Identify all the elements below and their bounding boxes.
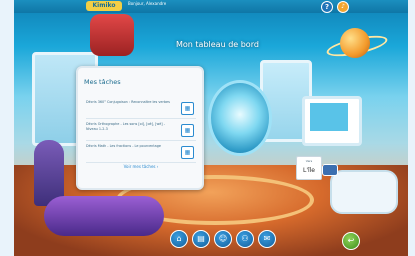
robot-arm-decoration xyxy=(90,14,134,56)
task-text: Décris Orthographe - Les sons [oi], [oè]… xyxy=(86,122,165,131)
task-item[interactable]: Décris Math - Les fractions - Le pourcen… xyxy=(86,144,200,162)
tasks-heading: Mes tâches xyxy=(84,78,121,86)
app-logo[interactable]: Kimiko xyxy=(86,1,122,11)
profile-icon[interactable]: ☺ xyxy=(214,230,232,248)
planet-decoration xyxy=(340,28,370,58)
chair xyxy=(330,170,398,214)
app-frame: Kimiko Bonjour, Alexandre ? ♪ Mon tablea… xyxy=(0,0,415,256)
task-item[interactable]: Décris Orthographe - Les sons [oi], [oè]… xyxy=(86,122,200,140)
dashboard-scene: Kimiko Bonjour, Alexandre ? ♪ Mon tablea… xyxy=(14,0,408,256)
messages-icon[interactable]: ✉ xyxy=(258,230,276,248)
user-greeting: Bonjour, Alexandre xyxy=(128,1,167,6)
portal-globe[interactable] xyxy=(208,80,272,156)
help-icon[interactable]: ? xyxy=(321,1,333,13)
task-divider xyxy=(86,118,196,119)
task-item[interactable]: Décris 360° Conjugaison : Reconnaître le… xyxy=(86,100,200,118)
task-text: Décris Math - Les fractions - Le pourcen… xyxy=(86,144,161,148)
tooltip-label: L'île xyxy=(302,167,316,174)
camera-icon[interactable] xyxy=(322,164,338,176)
back-icon[interactable]: ↩ xyxy=(342,232,360,250)
task-divider xyxy=(86,140,196,141)
page-title: Mon tableau de bord xyxy=(176,40,259,49)
tasks-panel: Mes tâches Décris 360° Conjugaison : Rec… xyxy=(76,66,204,190)
home-icon[interactable]: ⌂ xyxy=(170,230,188,248)
calendar-icon[interactable]: ▦ xyxy=(181,124,194,137)
right-border xyxy=(408,0,415,256)
couch xyxy=(44,196,164,236)
monitor-screen xyxy=(310,103,348,131)
left-border xyxy=(0,0,14,256)
tooltip-caption: Vers xyxy=(305,159,313,163)
sound-icon[interactable]: ♪ xyxy=(337,1,349,13)
task-divider xyxy=(86,162,196,163)
bottom-nav: ⌂ ▤ ☺ ⚇ ✉ xyxy=(170,230,300,250)
task-text: Décris 360° Conjugaison : Reconnaître le… xyxy=(86,100,170,104)
destination-tooltip[interactable]: Vers L'île xyxy=(296,156,322,180)
calendar-icon[interactable]: ▦ xyxy=(181,102,194,115)
friends-icon[interactable]: ⚇ xyxy=(236,230,254,248)
see-all-tasks-link[interactable]: Voir mes tâches › xyxy=(86,164,196,169)
top-bar: Kimiko Bonjour, Alexandre ? ♪ xyxy=(14,0,408,13)
calendar-icon[interactable]: ▦ xyxy=(181,146,194,159)
document-icon[interactable]: ▤ xyxy=(192,230,210,248)
